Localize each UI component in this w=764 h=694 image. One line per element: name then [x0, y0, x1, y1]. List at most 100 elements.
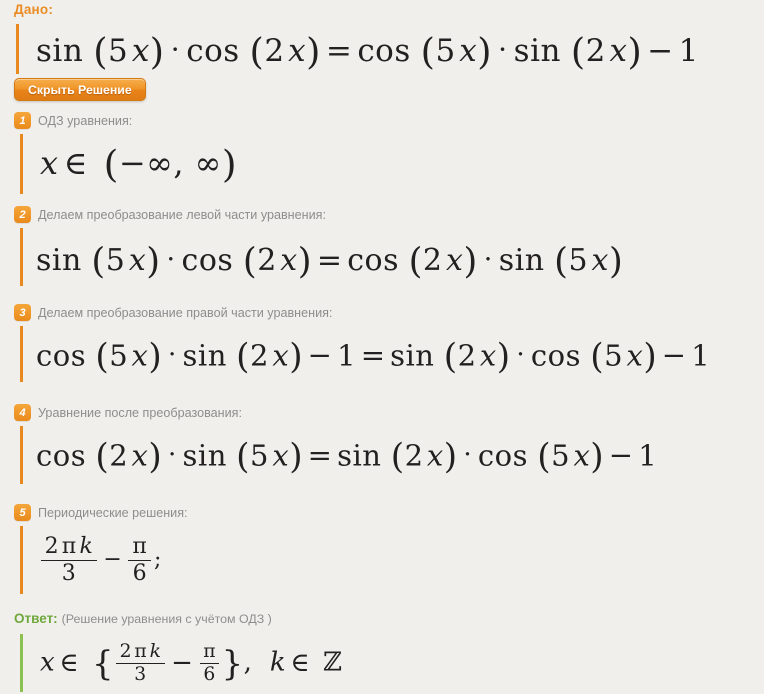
semicolon: ; [153, 547, 162, 573]
var-x: x [426, 438, 444, 473]
minus-sign: − [647, 33, 674, 70]
step-header-2: 2 Делаем преобразование левой части урав… [14, 206, 326, 223]
num-2: 2 [109, 438, 129, 473]
equals-sign: = [360, 338, 386, 373]
step-formula-4: cos (2 x) · sin (5 x) = sin (2 x) · cos (5 x) −1 [36, 437, 657, 477]
fraction-numerator: 2 π k [116, 641, 165, 663]
lparen: ( [103, 142, 119, 186]
step-header-1: 1 ОДЗ уравнения: [14, 112, 132, 129]
rparen: ) [627, 30, 643, 73]
num-5: 5 [249, 438, 269, 473]
given-equation: sin (5 x) · cos (2 x) = cos (5 x) · sin (2 x) −1 [36, 30, 699, 73]
rparen: ) [477, 30, 493, 73]
var-k: k [269, 647, 287, 678]
num-2: 2 [264, 33, 285, 70]
step-number-badge: 1 [14, 112, 31, 129]
lparen: ( [443, 337, 458, 377]
var-x: x [459, 33, 478, 70]
rparen: ) [608, 241, 624, 282]
integers-symbol: ℤ [323, 647, 343, 678]
step-title: Периодические решения: [38, 505, 188, 520]
rparen: ) [148, 337, 163, 377]
num-1: 1 [691, 338, 711, 373]
lparen: ( [537, 437, 552, 477]
minus-sign: − [118, 143, 147, 182]
var-x: x [479, 338, 497, 373]
step-formula-2: sin (5 x) · cos (2 x) = cos (2 x) · sin (5 x) [36, 241, 623, 282]
num-1: 1 [337, 338, 357, 373]
answer-header: Ответ: (Решение уравнения с учётом ОДЗ ) [14, 610, 272, 628]
num-2: 2 [257, 243, 277, 279]
rparen: ) [463, 241, 478, 282]
fn-sin: sin [513, 33, 561, 70]
lparen: ( [554, 241, 569, 282]
fn-cos: cos [347, 243, 400, 279]
var-k: k [79, 534, 94, 559]
rparen: ) [590, 437, 605, 477]
equals-sign: = [325, 33, 353, 70]
rparen: ) [148, 437, 163, 477]
var-x: x [272, 438, 290, 473]
pi-symbol: π [61, 534, 77, 559]
fn-sin: sin [182, 338, 227, 373]
var-x: x [288, 33, 307, 70]
num-5: 5 [604, 338, 624, 373]
var-x: x [573, 438, 591, 473]
num-2: 2 [404, 438, 424, 473]
dot-op: · [498, 32, 508, 66]
rparen: ) [443, 437, 458, 477]
step-formula-5: 2 π k 3 − π 6 ; [38, 535, 162, 586]
fn-sin: sin [337, 438, 382, 473]
lparen: ( [236, 337, 250, 377]
lparen: ( [242, 241, 258, 282]
var-x: x [591, 243, 609, 279]
rparen: ) [306, 30, 321, 73]
answer-label: Ответ: [14, 611, 58, 626]
fn-cos: cos [477, 438, 528, 473]
fraction-denominator: 6 [199, 663, 220, 685]
dot-op: · [516, 340, 526, 371]
var-x: x [626, 338, 644, 373]
pi-symbol: π [134, 641, 148, 662]
step-header-3: 3 Делаем преобразование правой части ура… [14, 304, 332, 321]
equals-sign: = [316, 243, 343, 279]
rparen: ) [297, 241, 313, 282]
rparen: ) [496, 337, 511, 377]
step-number-badge: 5 [14, 504, 31, 521]
dot-op: · [168, 440, 177, 471]
var-x: x [40, 647, 56, 678]
element-of-sign: ∈ [59, 647, 80, 678]
fraction-denominator: 3 [40, 559, 98, 586]
lparen: ( [590, 337, 605, 377]
lparen: ( [420, 30, 436, 73]
lparen: ( [236, 437, 250, 477]
lparen: ( [95, 337, 110, 377]
answer-accent-bar [20, 634, 23, 692]
lbrace: { [92, 643, 115, 683]
fn-cos: cos [36, 338, 87, 373]
fraction-pi-over-6: π 6 [198, 641, 222, 685]
step-title: Делаем преобразование правой части уравн… [38, 305, 333, 320]
answer-note: (Решение уравнения с учётом ОДЗ ) [61, 612, 272, 626]
lparen: ( [249, 30, 265, 73]
step-accent-bar-5 [20, 526, 23, 594]
fn-sin: sin [390, 338, 435, 373]
step-formula-1: x ∈ (−∞, ∞) [40, 142, 237, 186]
num-2: 2 [422, 243, 443, 279]
dot-op: · [170, 32, 181, 66]
num-1: 1 [678, 33, 699, 70]
step-header-5: 5 Периодические решения: [14, 504, 188, 521]
hide-solution-button[interactable]: Скрыть Решение [14, 78, 146, 101]
var-x: x [272, 338, 290, 373]
var-x: x [131, 338, 149, 373]
lparen: ( [570, 30, 586, 73]
fn-cos: cos [181, 243, 234, 279]
fn-cos: cos [186, 33, 240, 70]
fraction-numerator: 2 π k [41, 535, 98, 560]
dot-op: · [168, 340, 177, 371]
var-x: x [280, 243, 298, 279]
fraction-denominator: 6 [128, 559, 152, 586]
num-5: 5 [435, 33, 456, 70]
fn-cos: cos [357, 33, 411, 70]
minus-sign: − [103, 547, 123, 573]
